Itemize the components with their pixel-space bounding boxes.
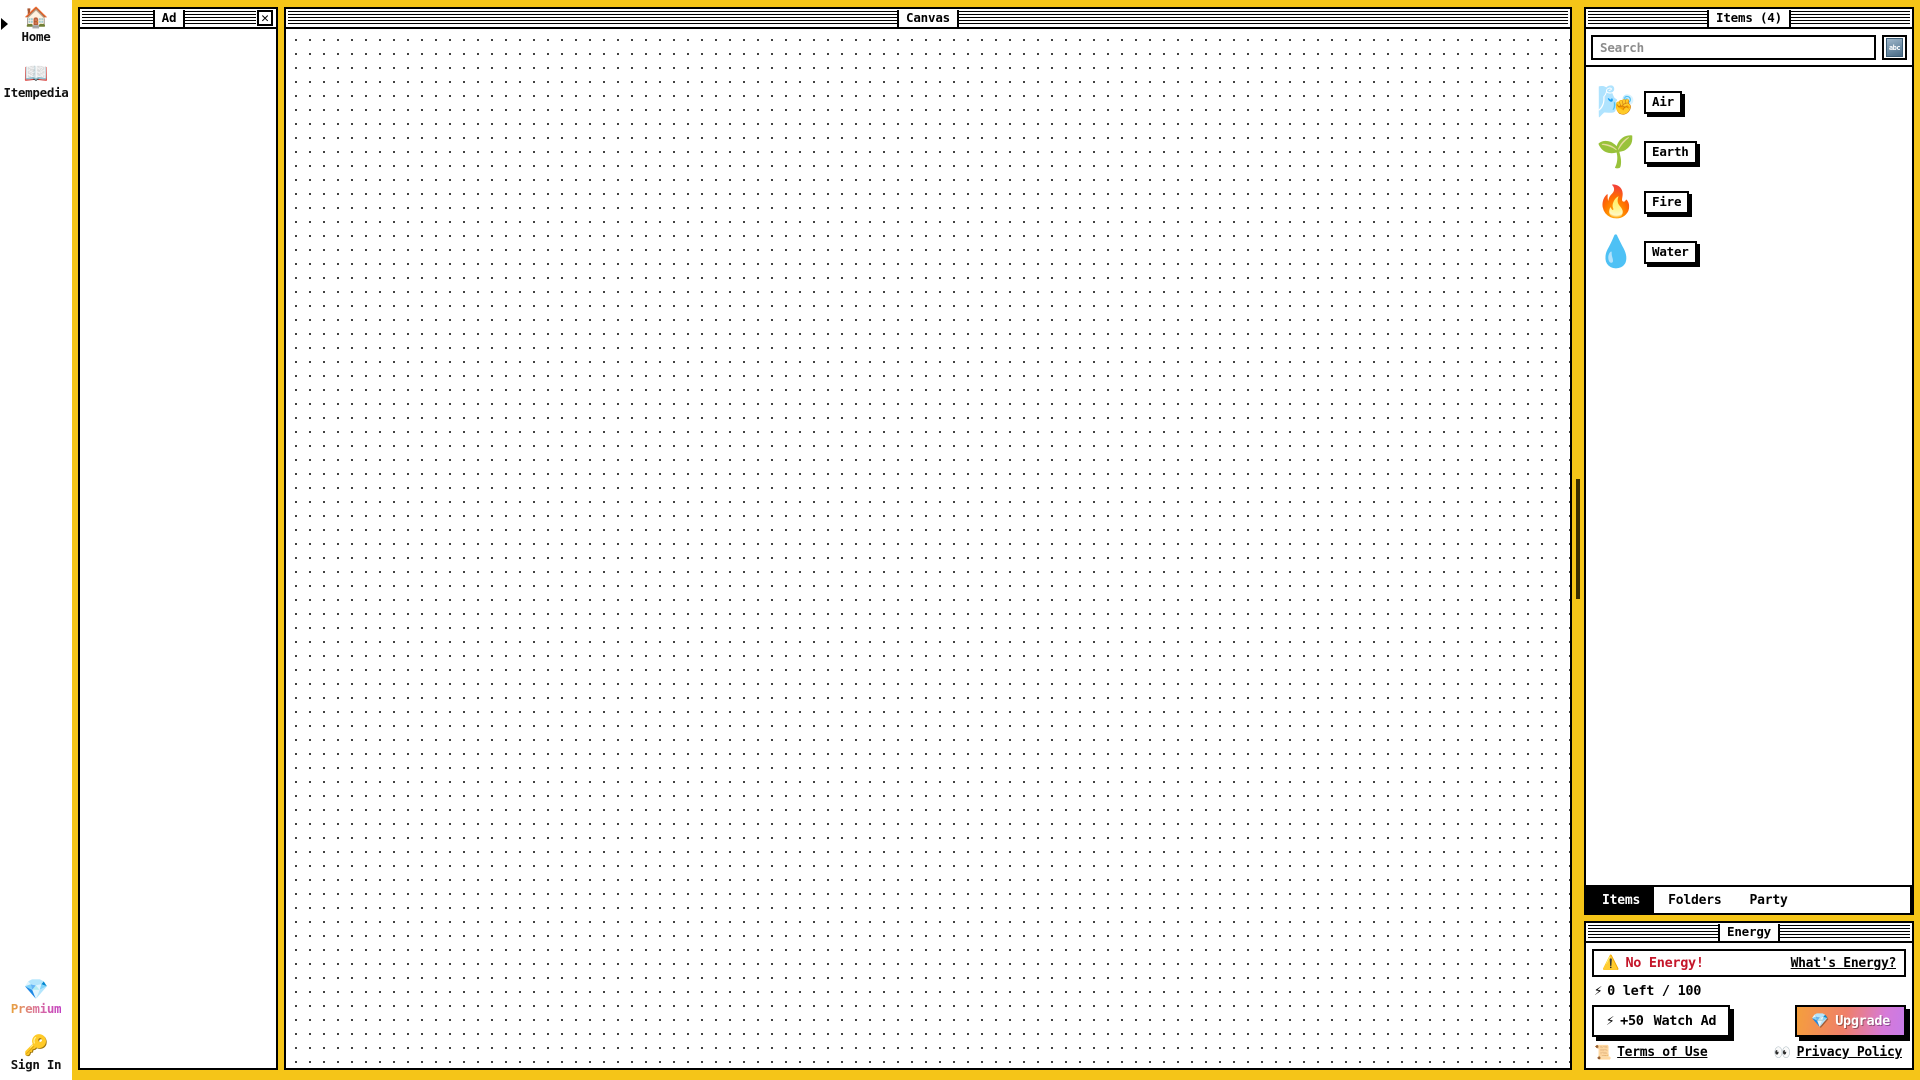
- watch-ad-button[interactable]: ⚡ +50 Watch Ad: [1592, 1005, 1731, 1037]
- abc-keyboard-icon: abc: [1886, 38, 1903, 57]
- items-window: Items (4) abc 🌬️ ✊ Air: [1584, 7, 1914, 915]
- energy-content: ⚠️ No Energy! What's Energy? ⚡ 0 left / …: [1586, 943, 1912, 1068]
- energy-count-text: 0 left / 100: [1607, 983, 1702, 999]
- items-window-title: Items (4): [1707, 9, 1791, 27]
- grab-cursor-icon: ✊: [1614, 97, 1633, 116]
- item-label: Air: [1644, 90, 1682, 114]
- titlebar-stripes-left: [1588, 11, 1708, 25]
- right-panel: Items (4) abc 🌬️ ✊ Air: [1584, 7, 1914, 1070]
- legal-links-row: 📜 Terms of Use 👀 Privacy Policy: [1592, 1043, 1906, 1060]
- seedling-icon: 🌱: [1596, 133, 1636, 170]
- item-label: Earth: [1644, 140, 1697, 164]
- sidebar-item-premium[interactable]: 💎 Premium: [0, 978, 72, 1016]
- items-search-row: abc: [1586, 29, 1912, 67]
- bolt-icon: ⚡: [1594, 983, 1603, 999]
- diamond-icon: 💎: [23, 977, 49, 1001]
- upgrade-button[interactable]: 💎 Upgrade: [1795, 1005, 1906, 1037]
- terms-of-use-link[interactable]: 📜 Terms of Use: [1594, 1044, 1708, 1061]
- scroll-icon: 📜: [1594, 1044, 1612, 1061]
- search-input[interactable]: [1591, 35, 1876, 60]
- sidebar-item-sign-in[interactable]: 🔑 Sign In: [0, 1034, 72, 1072]
- titlebar-stripes-right: [185, 11, 256, 25]
- tab-party[interactable]: Party: [1735, 887, 1802, 913]
- sidebar-item-itempedia-label: Itempedia: [3, 85, 69, 100]
- list-item[interactable]: 💧 Water: [1594, 227, 1912, 277]
- eyes-icon: 👀: [1773, 1044, 1791, 1061]
- list-item[interactable]: 🌬️ ✊ Air: [1594, 77, 1912, 127]
- energy-window-titlebar[interactable]: Energy: [1586, 923, 1912, 943]
- titlebar-stripes-right: [1779, 925, 1910, 939]
- canvas-window-titlebar[interactable]: Canvas: [286, 9, 1570, 29]
- key-icon: 🔑: [23, 1033, 49, 1057]
- whats-energy-link[interactable]: What's Energy?: [1791, 956, 1897, 971]
- titlebar-stripes-right: [1790, 11, 1910, 25]
- item-label: Water: [1644, 240, 1697, 264]
- yellow-window-frame: Ad ✕ Canvas Items (4) Search abc 🌬️ ✊ Ai…: [72, 0, 1920, 1080]
- items-list: 🌬️ ✊ Air 🌱 Earth 🔥 Fire 💧 Water: [1586, 67, 1912, 885]
- energy-count-row: ⚡ 0 left / 100: [1592, 983, 1906, 999]
- privacy-policy-link[interactable]: 👀 Privacy Policy: [1773, 1045, 1902, 1060]
- titlebar-stripes-left: [1588, 925, 1719, 939]
- titlebar-stripes-left: [82, 11, 153, 25]
- sidebar-collapse-arrow-icon[interactable]: [1, 18, 8, 30]
- items-window-titlebar[interactable]: Items (4): [1586, 9, 1912, 29]
- diamond-icon: 💎: [1811, 1013, 1829, 1029]
- droplet-icon: 💧: [1596, 233, 1636, 270]
- titlebar-stripes-right: [958, 11, 1568, 25]
- ad-window: Ad ✕: [78, 7, 278, 1070]
- ad-window-titlebar[interactable]: Ad ✕: [80, 9, 276, 29]
- flame-icon: 🔥: [1596, 183, 1636, 220]
- list-item[interactable]: 🔥 Fire: [1594, 177, 1912, 227]
- tab-items[interactable]: Items: [1588, 887, 1655, 913]
- sidebar-item-premium-label: Premium: [10, 1001, 62, 1016]
- energy-window-title: Energy: [1718, 923, 1780, 941]
- upgrade-label: Upgrade: [1835, 1013, 1890, 1029]
- no-energy-banner: ⚠️ No Energy! What's Energy?: [1592, 949, 1906, 977]
- energy-actions-row: ⚡ +50 Watch Ad 💎 Upgrade: [1592, 1005, 1906, 1037]
- energy-window: Energy ⚠️ No Energy! What's Energy? ⚡ 0 …: [1584, 921, 1914, 1070]
- resize-grip-icon: [1576, 478, 1580, 599]
- titlebar-stripes-left: [288, 11, 898, 25]
- watch-ad-label: Watch Ad: [1653, 1013, 1717, 1029]
- ad-content-area: [80, 29, 276, 1068]
- list-item[interactable]: 🌱 Earth: [1594, 127, 1912, 177]
- sidebar-bottom-group: 💎 Premium 🔑 Sign In: [0, 978, 72, 1072]
- open-book-icon: 📖: [23, 61, 49, 85]
- abc-keyboard-button[interactable]: abc: [1882, 35, 1907, 60]
- sidebar-item-home[interactable]: 🏠 Home: [0, 6, 72, 44]
- left-sidebar: 🏠 Home 📖 Itempedia 💎 Premium 🔑 Sign In: [0, 0, 72, 1080]
- ad-window-title: Ad: [152, 9, 186, 27]
- terms-of-use-label: Terms of Use: [1617, 1045, 1708, 1060]
- app-root: 🏠 Home 📖 Itempedia 💎 Premium 🔑 Sign In A…: [0, 0, 1920, 1080]
- watch-ad-amount: +50: [1620, 1013, 1644, 1029]
- house-icon: 🏠: [23, 5, 49, 29]
- bolt-icon: ⚡: [1606, 1013, 1615, 1029]
- tab-folders[interactable]: Folders: [1654, 887, 1736, 913]
- panel-resize-handle[interactable]: [1572, 7, 1584, 1070]
- canvas-drop-area[interactable]: [286, 29, 1570, 1068]
- sidebar-item-sign-in-label: Sign In: [10, 1057, 62, 1072]
- tabs-filler: [1801, 887, 1910, 913]
- no-energy-text: No Energy!: [1625, 955, 1704, 971]
- no-energy-left: ⚠️ No Energy!: [1602, 955, 1704, 971]
- close-icon[interactable]: ✕: [257, 10, 273, 26]
- wind-cloud-icon: 🌬️ ✊: [1594, 86, 1638, 118]
- item-label: Fire: [1644, 190, 1690, 214]
- warning-icon: ⚠️: [1602, 955, 1620, 971]
- canvas-window: Canvas: [284, 7, 1572, 1070]
- sidebar-item-itempedia[interactable]: 📖 Itempedia: [0, 62, 72, 100]
- panel-tabs: Items Folders Party: [1586, 885, 1912, 913]
- sidebar-item-home-label: Home: [21, 29, 51, 44]
- canvas-window-title: Canvas: [897, 9, 959, 27]
- privacy-policy-label: Privacy Policy: [1796, 1045, 1903, 1060]
